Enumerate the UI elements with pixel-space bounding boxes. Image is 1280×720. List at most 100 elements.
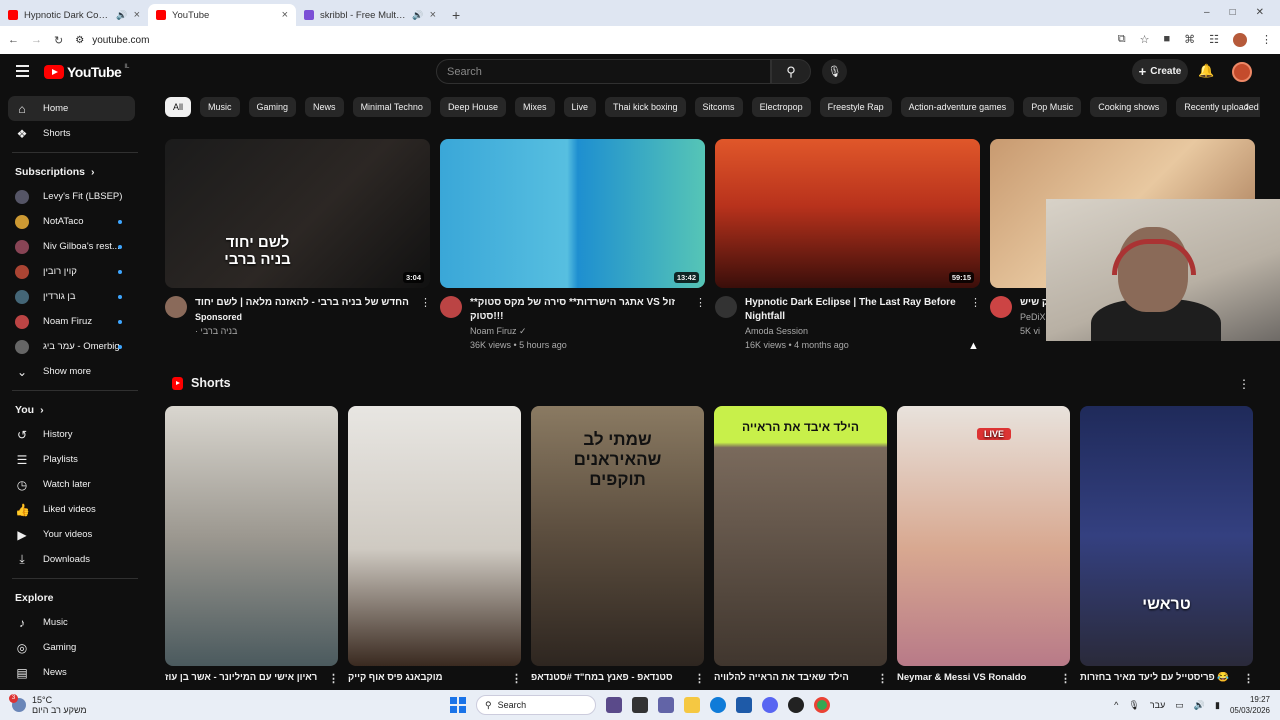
youtube-logo[interactable]: YouTube IL: [44, 64, 129, 80]
short-card[interactable]: הילד איבד את הראייה הילד שאיבד את הראייה …: [714, 406, 887, 685]
channel-avatar[interactable]: [165, 296, 187, 318]
sidebar-item-music[interactable]: ♪ Music: [0, 610, 150, 635]
minimize-icon[interactable]: –: [1204, 7, 1210, 18]
clock[interactable]: 19:27 05/03/2026: [1230, 694, 1270, 716]
search-input[interactable]: Search: [436, 59, 771, 84]
sidebar-subscription[interactable]: Niv Gilboa's rest...: [0, 234, 150, 259]
search-button[interactable]: ⚲: [771, 59, 811, 84]
channel-avatar[interactable]: [715, 296, 737, 318]
discord-icon[interactable]: [762, 697, 778, 713]
filter-chip[interactable]: Music: [200, 97, 240, 117]
filter-chip[interactable]: Freestyle Rap: [819, 97, 892, 117]
widgets-icon[interactable]: [606, 697, 622, 713]
tray-chevron-icon[interactable]: ^: [1114, 700, 1118, 710]
address-bar[interactable]: ⚙ youtube.com: [75, 29, 1106, 51]
short-thumbnail[interactable]: טראשי: [1080, 406, 1253, 666]
reading-list-icon[interactable]: ☷: [1209, 33, 1219, 47]
video-thumbnail[interactable]: לשם יחוד בניה ברבי 3:04: [165, 139, 430, 288]
browser-tab[interactable]: skribbl - Free Multiplayer D 🔊 ×: [296, 4, 444, 26]
sidebar-subscription[interactable]: קוין רובין: [0, 259, 150, 284]
sidebar-item-playlists[interactable]: ☰ Playlists: [0, 447, 150, 472]
short-card[interactable]: שמתי לב שהאיראנים תוקפים סטנדאפ - פאנץ במ…: [531, 406, 704, 685]
store-icon[interactable]: [736, 697, 752, 713]
browser-tab[interactable]: Hypnotic Dark Code | Futur 🔊 ×: [0, 4, 148, 26]
more-actions-icon[interactable]: ⋮: [420, 296, 431, 338]
video-channel[interactable]: Sponsored: [195, 310, 412, 324]
filter-chip[interactable]: News: [305, 97, 344, 117]
sidebar-item-liked-videos[interactable]: 👍 Liked videos: [0, 497, 150, 522]
windows-start-icon[interactable]: [450, 697, 466, 713]
chrome-icon[interactable]: [814, 697, 830, 713]
video-title[interactable]: Hypnotic Dark Eclipse | The Last Ray Bef…: [745, 296, 962, 324]
volume-icon[interactable]: 🔊: [1194, 700, 1205, 711]
filter-chip[interactable]: Thai kick boxing: [605, 97, 686, 117]
short-thumbnail[interactable]: [348, 406, 521, 666]
new-tab-button[interactable]: +: [452, 7, 460, 23]
tab-close-icon[interactable]: ×: [282, 9, 288, 21]
puzzle-icon[interactable]: ⌘: [1184, 33, 1195, 47]
filter-chip[interactable]: All: [165, 97, 192, 117]
filter-chip[interactable]: Pop Music: [1023, 97, 1082, 117]
weather-widget[interactable]: 3 15°C משקע רב היום: [0, 694, 200, 715]
input-language[interactable]: עבר: [1150, 700, 1165, 710]
shorts-more-icon[interactable]: ⋮: [1238, 377, 1250, 391]
more-actions-icon[interactable]: ⋮: [511, 672, 521, 685]
battery-icon[interactable]: ▮: [1215, 700, 1220, 711]
more-actions-icon[interactable]: ⋮: [695, 296, 706, 352]
filter-chip[interactable]: Gaming: [248, 97, 297, 117]
browser-tab[interactable]: YouTube ×: [148, 4, 296, 26]
sidebar-item-shorts[interactable]: ❖ Shorts: [0, 121, 150, 146]
filter-chip[interactable]: Mixes: [514, 97, 555, 117]
sidebar-subscription[interactable]: Noam Firuz: [0, 309, 150, 334]
back-icon[interactable]: ←: [8, 34, 19, 46]
cast-icon[interactable]: ⧉: [1118, 33, 1126, 47]
sidebar-subscription[interactable]: NotATaco: [0, 209, 150, 234]
sidebar-item-home[interactable]: ⌂ Home: [8, 96, 135, 121]
tray-mic-icon[interactable]: 🎙: [1128, 700, 1139, 711]
teams-icon[interactable]: [658, 697, 674, 713]
maximize-icon[interactable]: □: [1230, 7, 1236, 18]
network-icon[interactable]: ▭: [1175, 700, 1184, 711]
video-channel[interactable]: Amoda Session: [745, 324, 962, 338]
chevron-right-icon[interactable]: ›: [1245, 99, 1249, 113]
browser-menu-icon[interactable]: ⋮: [1261, 33, 1272, 47]
tab-audio-icon[interactable]: 🔊: [412, 10, 423, 21]
video-thumbnail[interactable]: 59:15: [715, 139, 980, 288]
filter-chip[interactable]: Action-adventure games: [900, 97, 1015, 117]
sidebar-item-history[interactable]: ↺ History: [0, 422, 150, 447]
create-button[interactable]: + Create: [1132, 59, 1188, 84]
video-channel[interactable]: Noam Firuz ✓: [470, 324, 687, 338]
github-icon[interactable]: [788, 697, 804, 713]
hamburger-menu-icon[interactable]: [16, 65, 29, 77]
short-card[interactable]: טראשי פריסטייל עם ליעד מאיר בחזרות 😂 ⋮: [1080, 406, 1253, 685]
short-title[interactable]: הילד שאיבד את הראייה להלוויה: [714, 672, 849, 685]
show-more-button[interactable]: ⌄ Show more: [0, 359, 150, 384]
sidebar-subscription[interactable]: בן גורדין: [0, 284, 150, 309]
short-title[interactable]: מוקבאנג פיס אוף קייק: [348, 672, 443, 685]
voice-search-button[interactable]: 🎙: [822, 59, 847, 84]
video-card[interactable]: 59:15 Hypnotic Dark Eclipse | The Last Ra…: [715, 139, 981, 352]
short-thumbnail[interactable]: LIVE: [897, 406, 1070, 666]
sidebar-subscription[interactable]: עמר ביג - Omerbig: [0, 334, 150, 359]
edge-icon[interactable]: [710, 697, 726, 713]
close-window-icon[interactable]: ✕: [1256, 7, 1264, 18]
sidebar-subscription[interactable]: Levy's Fit (LBSEP): [0, 184, 150, 209]
sidebar-item-news[interactable]: ▤ News: [0, 660, 150, 685]
short-thumbnail[interactable]: [165, 406, 338, 666]
you-header[interactable]: You ›: [0, 397, 150, 422]
filter-chip[interactable]: Deep House: [439, 97, 506, 117]
sidebar-item-downloads[interactable]: ⤓ Downloads: [0, 547, 150, 572]
short-card[interactable]: מוקבאנג פיס אוף קייק ⋮: [348, 406, 521, 685]
file-explorer-icon[interactable]: [684, 697, 700, 713]
task-view-icon[interactable]: [632, 697, 648, 713]
more-actions-icon[interactable]: ⋮: [877, 672, 887, 685]
video-card[interactable]: לשם יחוד בניה ברבי 3:04 החדש של בניה ברבי …: [165, 139, 431, 352]
more-actions-icon[interactable]: ⋮: [1243, 672, 1253, 685]
subscriptions-header[interactable]: Subscriptions ›: [0, 159, 150, 184]
forward-icon[interactable]: →: [31, 34, 42, 46]
short-title[interactable]: Neymar & Messi VS Ronaldo: [897, 672, 1026, 685]
filter-chip[interactable]: Cooking shows: [1090, 97, 1168, 117]
tab-close-icon[interactable]: ×: [134, 9, 140, 21]
tab-audio-icon[interactable]: 🔊: [116, 10, 127, 21]
sidebar-item-your-videos[interactable]: ▶ Your videos: [0, 522, 150, 547]
